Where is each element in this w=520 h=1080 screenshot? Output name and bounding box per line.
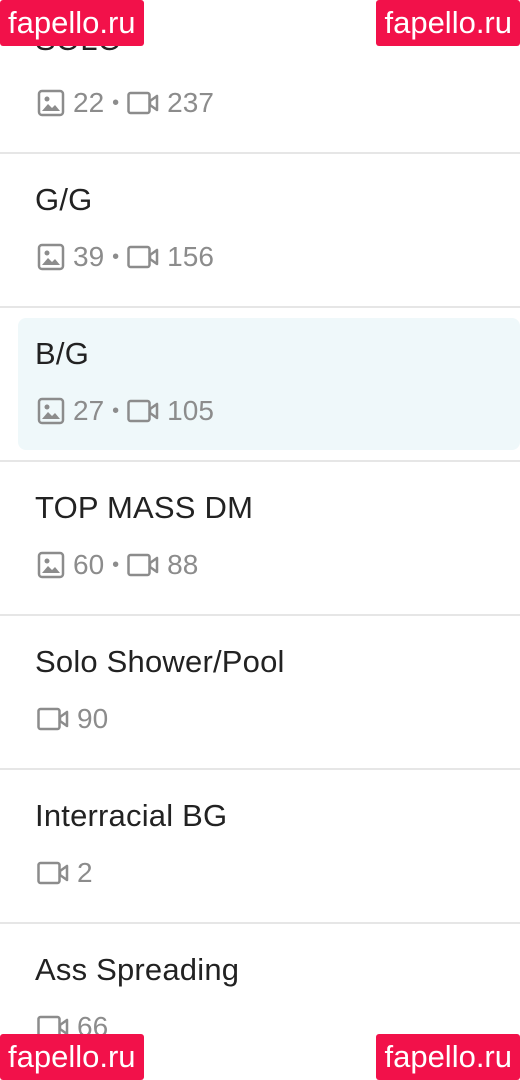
item-title: B/G	[35, 336, 90, 371]
item-meta: 27 • 105	[37, 394, 214, 428]
list-item-interracial-bg[interactable]: Interracial BG 2	[0, 770, 520, 924]
watermark-bottom-right: fapello.ru	[376, 1034, 520, 1080]
item-title: Interracial BG	[35, 798, 228, 833]
watermark-top-left: fapello.ru	[0, 0, 144, 46]
item-meta: 22 • 237	[37, 86, 214, 120]
video-camera-icon	[127, 553, 159, 577]
watermark-top-right: fapello.ru	[376, 0, 520, 46]
watermark-bottom-left: fapello.ru	[0, 1034, 144, 1080]
image-count: 27	[73, 395, 105, 426]
video-camera-icon	[127, 91, 159, 115]
list-item-top-mass-dm[interactable]: TOP MASS DM 60 • 88	[0, 462, 520, 616]
video-camera-icon	[37, 861, 69, 885]
image-count: 60	[73, 549, 105, 580]
video-count: 90	[77, 703, 109, 734]
image-icon	[37, 551, 65, 579]
video-count: 2	[77, 857, 93, 888]
item-title: G/G	[35, 182, 93, 217]
item-title: TOP MASS DM	[35, 490, 254, 525]
image-count: 22	[73, 87, 105, 118]
video-camera-icon	[37, 707, 69, 731]
item-title: Solo Shower/Pool	[35, 644, 285, 679]
image-icon	[37, 89, 65, 117]
image-icon	[37, 243, 65, 271]
video-count: 237	[167, 87, 214, 118]
item-meta: 60 • 88	[37, 548, 198, 582]
separator: •	[112, 91, 120, 114]
item-meta: 90	[37, 702, 108, 736]
item-meta: 2	[37, 856, 93, 890]
video-count: 105	[167, 395, 214, 426]
image-icon	[37, 397, 65, 425]
image-count: 39	[73, 241, 105, 272]
separator: •	[112, 399, 120, 422]
list-item-gg[interactable]: G/G 39 • 156	[0, 154, 520, 308]
item-title: Ass Spreading	[35, 952, 240, 987]
video-camera-icon	[127, 245, 159, 269]
separator: •	[112, 553, 120, 576]
video-count: 88	[167, 549, 199, 580]
highlight-background	[18, 318, 520, 450]
item-meta: 39 • 156	[37, 240, 214, 274]
list-item-bg[interactable]: B/G 27 • 105	[0, 308, 520, 462]
video-camera-icon	[127, 399, 159, 423]
video-count: 156	[167, 241, 214, 272]
separator: •	[112, 245, 120, 268]
list-item-solo-shower-pool[interactable]: Solo Shower/Pool 90	[0, 616, 520, 770]
